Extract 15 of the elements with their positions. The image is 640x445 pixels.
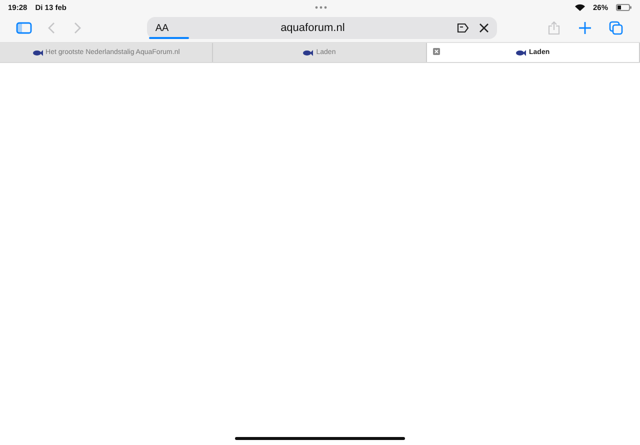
text-size-button[interactable]: AA <box>155 22 169 34</box>
wifi-icon <box>574 4 585 10</box>
more-icon[interactable] <box>314 6 327 8</box>
url-text: aquaforum.nl <box>280 22 346 34</box>
battery-icon <box>616 4 632 10</box>
plus-icon[interactable] <box>579 22 592 34</box>
address-bar[interactable]: AA aquaforum.nl <box>147 17 497 39</box>
tabs-icon[interactable] <box>609 21 624 35</box>
extension-icon[interactable] <box>456 23 469 33</box>
close-icon[interactable] <box>478 23 489 33</box>
sidebar-icon[interactable] <box>16 22 32 34</box>
fish-icon <box>516 50 526 56</box>
fish-icon <box>303 50 314 56</box>
close-tab-icon[interactable] <box>432 48 440 55</box>
fish-icon <box>32 50 43 56</box>
